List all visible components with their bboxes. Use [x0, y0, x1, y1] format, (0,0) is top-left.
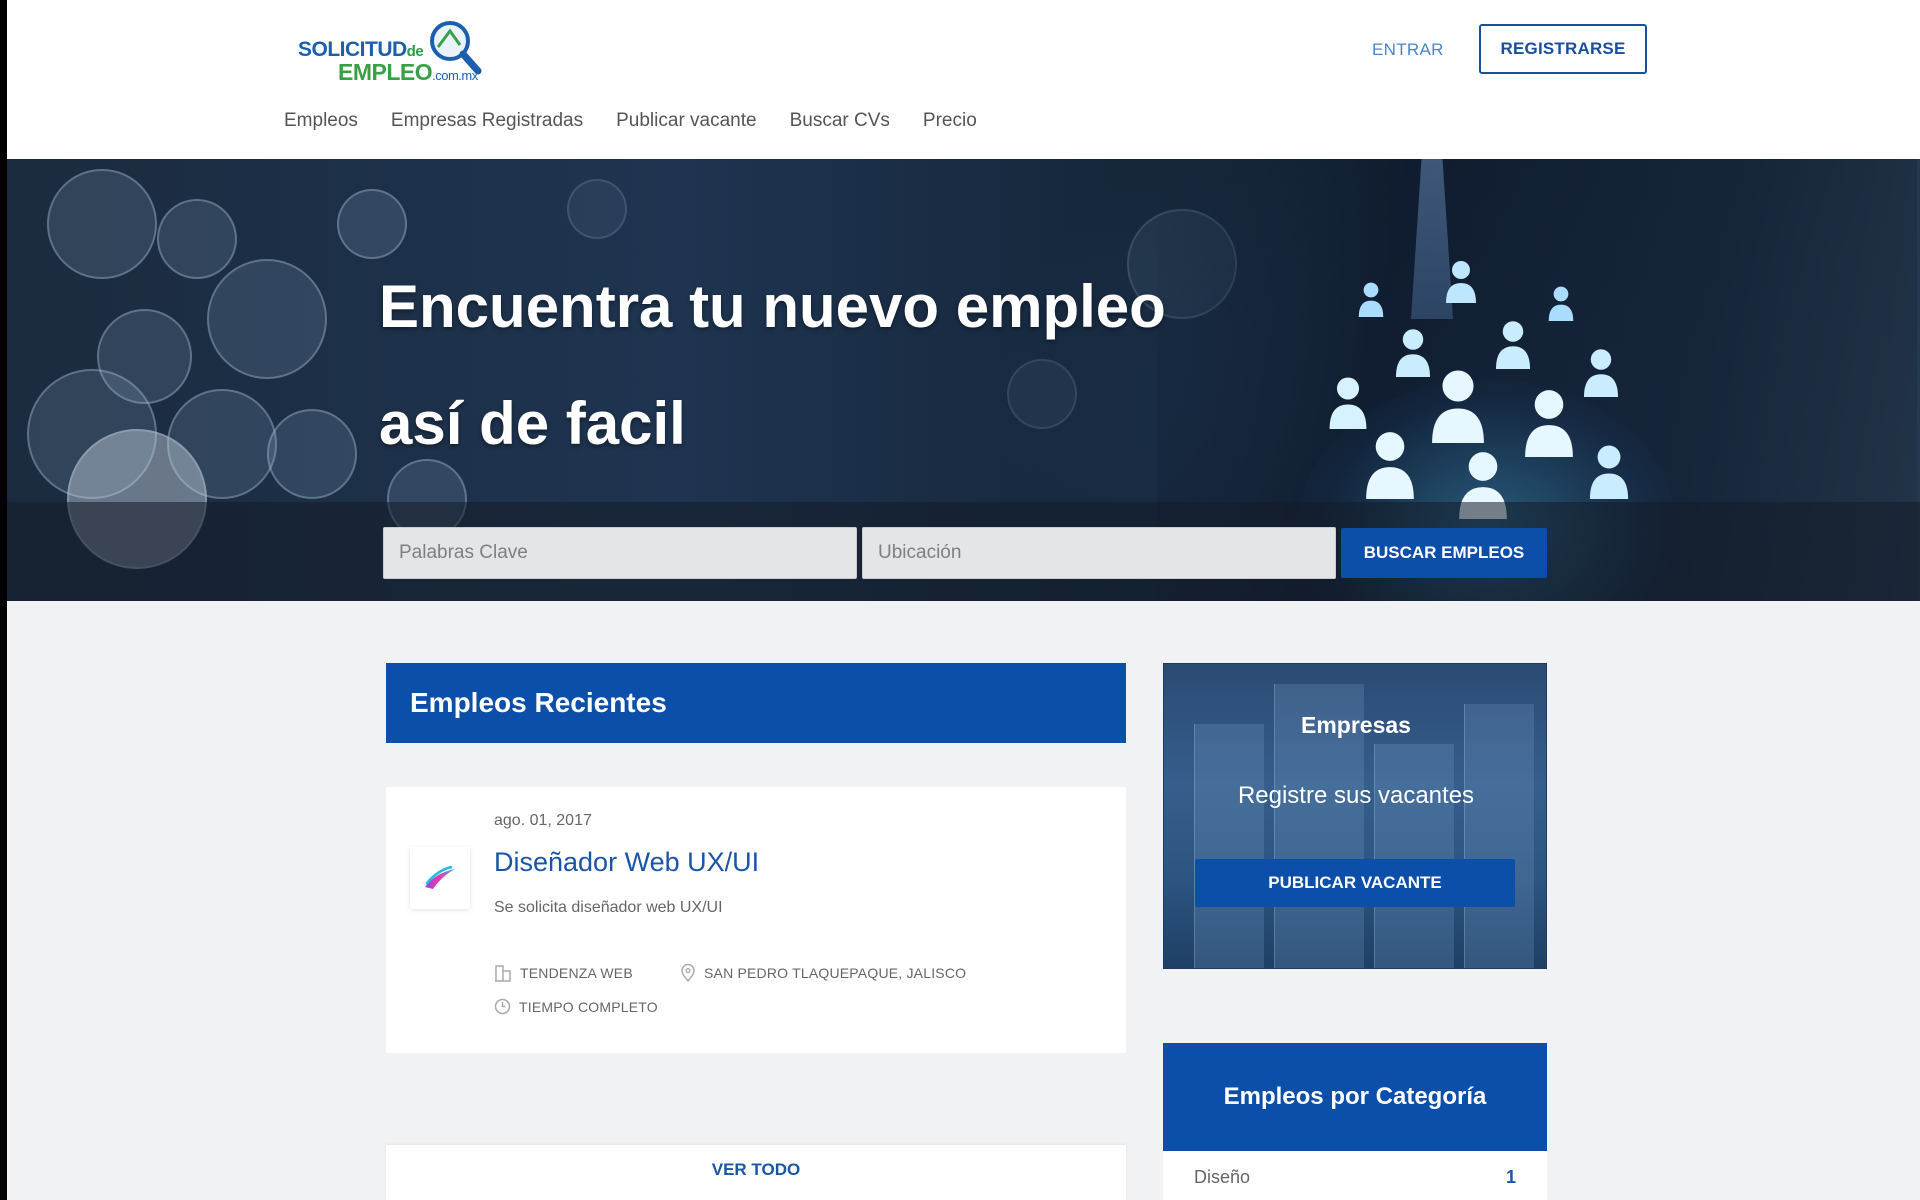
nav-item-empleos[interactable]: Empleos	[284, 110, 358, 132]
building-decoration	[1464, 704, 1534, 968]
person-icon	[1432, 370, 1484, 443]
nav-item-precio[interactable]: Precio	[923, 110, 977, 132]
register-button[interactable]: REGISTRARSE	[1479, 24, 1647, 74]
hero-title-line2: así de facil	[379, 390, 686, 457]
job-location: SAN PEDRO TLAQUEPAQUE, JALISCO	[680, 964, 966, 982]
category-item[interactable]: Diseño 1	[1163, 1167, 1547, 1200]
bokeh-decoration	[47, 169, 157, 279]
building-icon	[495, 965, 511, 982]
categories-title: Empleos por Categoría	[1163, 1043, 1547, 1151]
person-icon	[1366, 432, 1414, 499]
person-icon	[1446, 261, 1476, 303]
nav-item-publicar-vacante[interactable]: Publicar vacante	[616, 110, 756, 132]
companies-subtitle: Registre sus vacantes	[1237, 782, 1475, 809]
see-all-card: VER TODO	[386, 1145, 1126, 1200]
site-header: SOLICITUDde EMPLEO.com.mx ENTRAR REGISTR…	[7, 0, 1920, 159]
recent-jobs-header: Empleos Recientes	[386, 663, 1126, 743]
site-logo[interactable]: SOLICITUDde EMPLEO.com.mx	[298, 17, 498, 85]
main-nav: Empleos Empresas Registradas Publicar va…	[284, 110, 1010, 132]
job-type-label: TIEMPO COMPLETO	[519, 998, 658, 1015]
job-company-name: TENDENZA WEB	[520, 965, 633, 981]
company-logo	[410, 847, 470, 909]
hero-title-line1: Encuentra tu nuevo empleo	[379, 273, 1166, 340]
person-icon	[1525, 390, 1573, 457]
category-name: Diseño	[1194, 1167, 1251, 1187]
job-description: Se solicita diseñador web UX/UI	[494, 899, 723, 916]
job-card[interactable]: ago. 01, 2017 Diseñador Web UX/UI Se sol…	[386, 787, 1126, 1053]
hero-section: Encuentra tu nuevo empleo así de facil B…	[7, 159, 1920, 601]
job-company: TENDENZA WEB	[494, 964, 633, 982]
bokeh-decoration	[267, 409, 357, 499]
companies-title: Empresas	[1301, 712, 1411, 738]
person-icon	[1548, 286, 1574, 321]
job-date: ago. 01, 2017	[494, 812, 592, 829]
building-decoration	[1374, 744, 1454, 968]
nav-item-empresas-registradas[interactable]: Empresas Registradas	[391, 110, 583, 132]
search-jobs-button[interactable]: BUSCAR EMPLEOS	[1341, 528, 1547, 578]
job-type: TIEMPO COMPLETO	[494, 998, 658, 1015]
map-pin-icon	[681, 964, 695, 982]
page: SOLICITUDde EMPLEO.com.mx ENTRAR REGISTR…	[7, 0, 1920, 1200]
person-icon	[1495, 321, 1531, 369]
building-decoration	[1194, 724, 1264, 968]
person-icon	[1583, 349, 1619, 397]
keywords-input[interactable]	[383, 527, 857, 579]
publish-vacancy-button[interactable]: PUBLICAR VACANTE	[1195, 859, 1515, 907]
bokeh-decoration	[207, 259, 327, 379]
person-icon	[1329, 377, 1367, 429]
bokeh-decoration	[157, 199, 237, 279]
companies-card: Empresas Registre sus vacantes PUBLICAR …	[1163, 663, 1547, 969]
login-button[interactable]: ENTRAR	[1372, 35, 1444, 65]
categories-card: Empleos por Categoría Diseño 1	[1163, 1043, 1547, 1200]
category-count: 1	[1505, 1167, 1516, 1187]
location-input[interactable]	[862, 527, 1336, 579]
see-all-link[interactable]: VER TODO	[386, 1160, 1126, 1180]
job-location-name: SAN PEDRO TLAQUEPAQUE, JALISCO	[704, 965, 967, 981]
hero-title: Encuentra tu nuevo empleo así de facil	[379, 248, 1166, 482]
magnifier-icon	[430, 21, 482, 75]
bokeh-decoration	[567, 179, 627, 239]
job-title-link[interactable]: Diseñador Web UX/UI	[494, 847, 759, 878]
person-icon	[1589, 445, 1629, 499]
brush-stroke-icon	[425, 865, 455, 889]
clock-icon	[494, 998, 511, 1015]
person-icon	[1358, 282, 1384, 317]
nav-item-buscar-cvs[interactable]: Buscar CVs	[790, 110, 890, 132]
